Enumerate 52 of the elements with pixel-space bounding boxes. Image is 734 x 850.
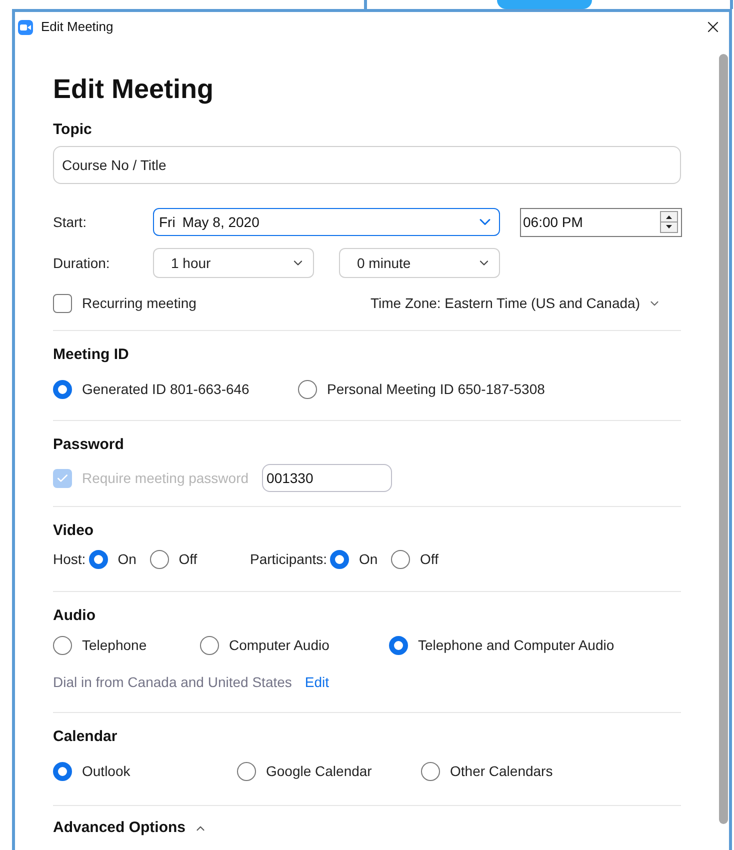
radio-button[interactable]: [237, 762, 256, 780]
edit-link[interactable]: Edit: [304, 672, 330, 692]
date-picker[interactable]: Fri May 8, 2020: [153, 208, 500, 236]
radio-button[interactable]: [330, 550, 350, 568]
field-label: Participants:: [250, 550, 328, 569]
scrollbar-thumb[interactable]: [718, 54, 728, 824]
spinner-arrows-icon: [660, 211, 678, 233]
video-camera-icon: [18, 20, 33, 34]
advanced-options-toggle[interactable]: Advanced Options: [53, 817, 717, 840]
radio-button[interactable]: [150, 550, 169, 568]
radio-label[interactable]: Computer Audio: [229, 634, 330, 656]
radio-label[interactable]: Off: [420, 548, 438, 570]
radio-button[interactable]: [421, 762, 440, 780]
radio-label[interactable]: Off: [178, 548, 198, 570]
radio-label[interactable]: Other Calendars: [450, 760, 553, 782]
hours-dropdown[interactable]: 1 hour: [153, 248, 314, 278]
radio-label[interactable]: Outlook: [82, 760, 130, 782]
check-icon: [56, 472, 69, 484]
field-label: Start:: [53, 212, 88, 232]
time-zone-dropdown[interactable]: Time Zone: Eastern Time (US and Canada): [370, 292, 661, 314]
radio-label[interactable]: Google Calendar: [266, 760, 372, 782]
section-title: Password: [53, 435, 125, 455]
time-spinner[interactable]: 06:00 PM: [520, 208, 682, 236]
section-title: Audio: [53, 606, 96, 626]
radio-button[interactable]: [298, 380, 317, 398]
dial-in-text: Dial in from Canada and United States: [53, 672, 292, 692]
radio-label[interactable]: Personal Meeting ID 650-187-5308: [327, 378, 545, 400]
section-title: Calendar: [53, 727, 118, 747]
checkbox-label[interactable]: Recurring meeting: [82, 292, 196, 314]
section-title: Meeting ID: [53, 345, 130, 365]
field-label: Host:: [53, 550, 86, 568]
radio-label[interactable]: Telephone and Computer Audio: [418, 634, 614, 656]
field-label: Duration:: [53, 254, 111, 272]
checkbox-label: Require meeting password: [82, 468, 249, 488]
topic-field[interactable]: Course No / Title: [53, 146, 681, 184]
radio-button[interactable]: [88, 550, 108, 568]
window-title: Edit Meeting: [41, 18, 114, 36]
radio-button[interactable]: [53, 380, 72, 398]
dialog-heading: Edit Meeting: [53, 73, 214, 106]
radio-label[interactable]: Telephone: [82, 634, 147, 656]
minutes-dropdown[interactable]: 0 minute: [339, 248, 500, 278]
radio-label[interactable]: Generated ID 801-663-646: [82, 378, 250, 400]
radio-button[interactable]: [53, 762, 72, 780]
radio-button[interactable]: [389, 636, 408, 654]
radio-button[interactable]: [53, 636, 72, 654]
radio-button[interactable]: [391, 550, 410, 568]
section-title: Video: [53, 521, 95, 541]
radio-label[interactable]: On: [359, 548, 378, 570]
radio-button[interactable]: [200, 636, 219, 654]
radio-label[interactable]: On: [118, 548, 136, 570]
section-title: Topic: [53, 120, 93, 140]
checkbox[interactable]: [53, 294, 72, 312]
